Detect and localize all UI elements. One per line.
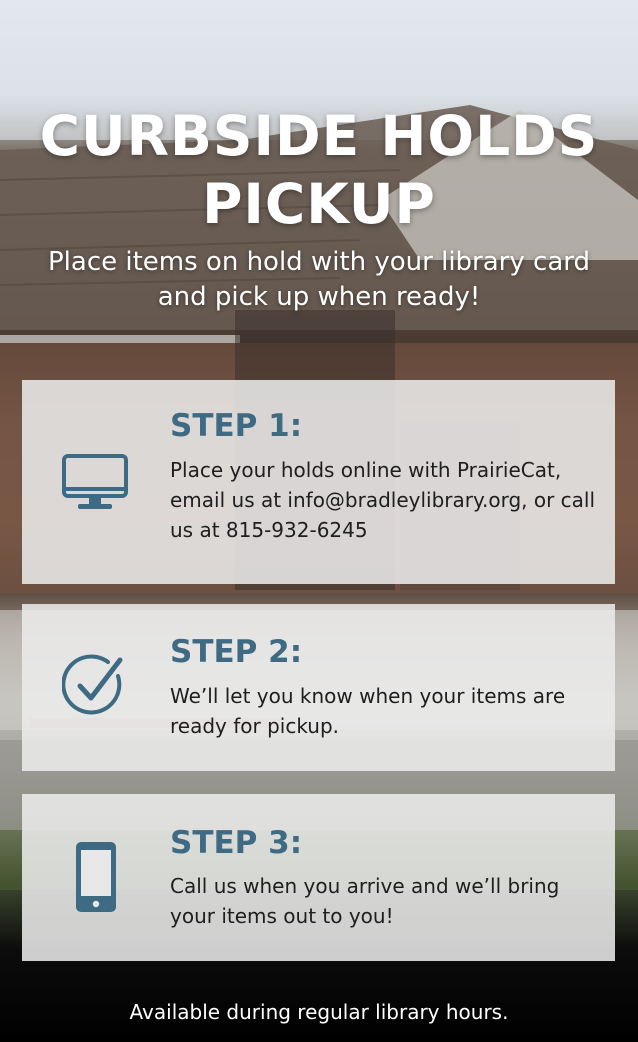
step-1-card: STEP 1: Place your holds online with Pra… [22, 380, 615, 584]
step-1-text: Place your holds online with PrairieCat,… [170, 458, 596, 542]
smartphone-icon [76, 842, 116, 912]
page-subtitle: Place items on hold with your library ca… [47, 247, 590, 312]
step-3-card: STEP 3: Call us when you arrive and we’l… [22, 794, 615, 961]
step-2-text: We’ll let you know when your items are r… [170, 684, 566, 738]
computer-monitor-icon [62, 454, 128, 509]
title-line-2: PICKUP [202, 172, 436, 236]
step-2-heading: STEP 2: [170, 634, 303, 670]
page-title: CURBSIDE HOLDS PICKUP [0, 102, 638, 238]
step-3-heading: STEP 3: [170, 825, 303, 861]
availability-note: Available during regular library hours. [129, 1000, 509, 1024]
checkmark-circle-icon [62, 654, 123, 715]
step-3-text: Call us when you arrive and we’ll bring … [170, 874, 560, 928]
step-1-heading: STEP 1: [170, 408, 303, 444]
curbside-poster: CURBSIDE HOLDS PICKUP Place items on hol… [0, 0, 638, 1042]
title-line-1: CURBSIDE HOLDS [39, 104, 599, 168]
step-2-card: STEP 2: We’ll let you know when your ite… [22, 604, 615, 771]
